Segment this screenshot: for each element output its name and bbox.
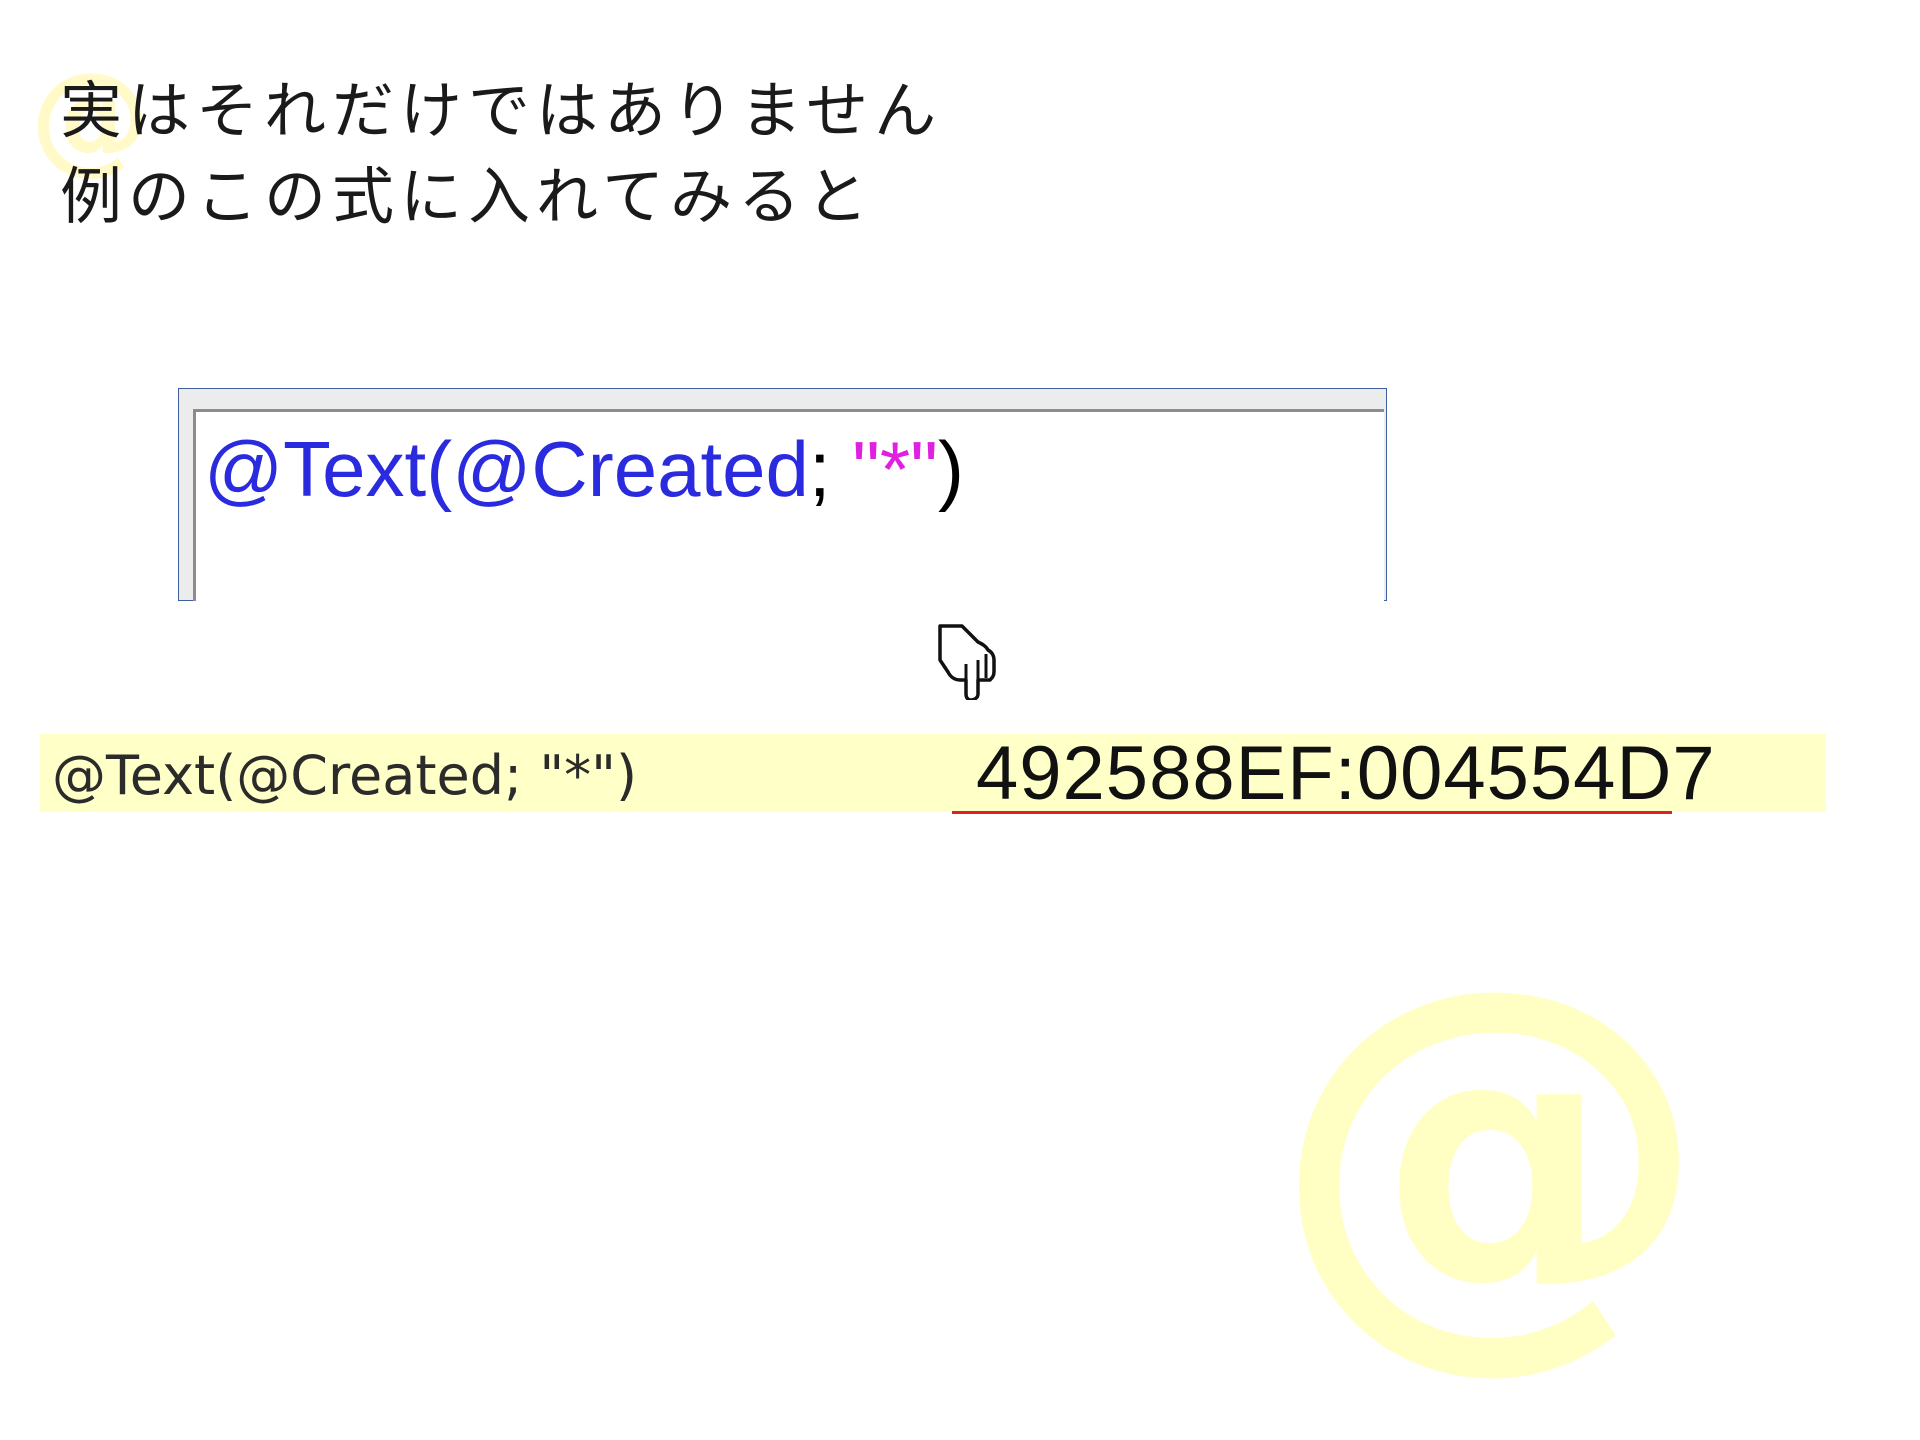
heading-line-1: 実はそれだけではありません — [60, 74, 943, 147]
formula-close-paren: ) — [937, 425, 964, 513]
pointing-hand-down-icon — [938, 624, 996, 700]
result-row: @Text(@Created; "*") 492588EF:004554D7 — [40, 734, 1826, 814]
formula-input[interactable]: @Text(@Created; "*") — [193, 409, 1384, 601]
formula-editor-window: @Text(@Created; "*") — [178, 388, 1387, 601]
formula-function-part: @Text(@Created — [204, 425, 809, 513]
formula-string-literal: "*" — [852, 425, 938, 513]
heading-line-2: 例のこの式に入れてみると — [60, 160, 875, 233]
watermark-at-large: @ — [1270, 894, 1710, 1406]
result-value: 492588EF:004554D7 — [952, 734, 1715, 814]
formula-separator: ; — [808, 425, 853, 513]
result-formula-text: @Text(@Created; "*") — [52, 744, 638, 807]
slide-heading: 実はそれだけではありません 例のこの式に入れてみると — [60, 68, 942, 240]
